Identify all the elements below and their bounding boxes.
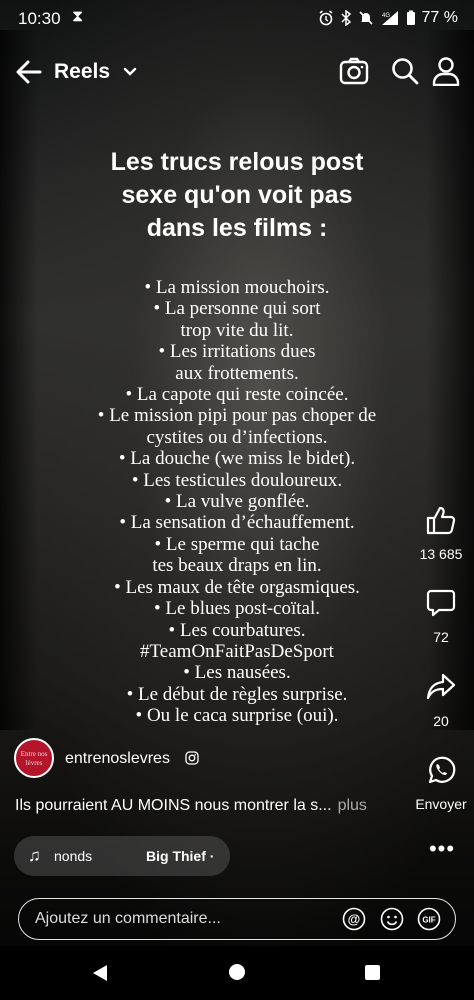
- whatsapp-send-button[interactable]: Envoyer: [408, 755, 474, 812]
- share-arrow-icon: [426, 673, 456, 700]
- battery-icon: [406, 10, 415, 25]
- reel-list-line: • Les maux de tête orgasmiques.: [114, 576, 360, 598]
- search-icon[interactable]: [390, 56, 420, 86]
- reel-list-line: • La vulve gonflée.: [164, 491, 310, 513]
- reel-list-line: • Les nausées.: [183, 662, 291, 684]
- reel-list-line: • Les courbatures.: [168, 619, 306, 641]
- back-triangle-icon[interactable]: [92, 964, 108, 982]
- status-bar: 10:30 ⧗ 4G 77 %: [0, 0, 474, 36]
- alarm-icon: [319, 10, 332, 26]
- comment-icon: [426, 589, 456, 617]
- reel-list-line: cystites ou d’infections.: [146, 426, 328, 448]
- reel-list-line: • La sensation d’échauffement.: [119, 512, 355, 534]
- emoji-icon[interactable]: [380, 907, 404, 931]
- reel-heading: Les trucs relous post sexe qu'on voit pa…: [60, 146, 414, 245]
- home-circle-icon[interactable]: [229, 964, 245, 980]
- music-note-icon: ♫: [28, 846, 41, 865]
- profile-icon[interactable]: [432, 56, 460, 86]
- reel-list-line: • Le début de règles surprise.: [126, 683, 348, 705]
- reel-heading-line: sexe qu'on voit pas: [121, 181, 353, 209]
- status-time: 10:30: [18, 9, 61, 28]
- gif-icon[interactable]: GIF: [417, 907, 441, 931]
- music-pill[interactable]: ♫ nonds Big Thief ·: [14, 836, 230, 876]
- reel-list-line: • Le mission pipi pour pas choper de: [97, 405, 377, 427]
- comment-count: 72: [433, 629, 449, 645]
- signal-4g-icon: 4G: [381, 11, 398, 25]
- reel-list-line: • La personne qui sort: [153, 298, 321, 320]
- instagram-icon: [185, 751, 199, 765]
- reel-list-line: • Le blues post-coïtal.: [154, 598, 320, 620]
- reel-list-line: • La douche (we miss le bidet).: [118, 448, 356, 470]
- comment-placeholder: Ajoutez un commentaire...: [35, 910, 221, 927]
- thumbs-up-icon: [426, 506, 456, 535]
- svg-text:4G: 4G: [382, 13, 390, 19]
- bluetooth-icon: [341, 10, 351, 26]
- recents-square-icon[interactable]: [365, 965, 380, 980]
- svg-text:GIF: GIF: [422, 916, 435, 925]
- like-button[interactable]: 13 685: [411, 505, 471, 562]
- system-nav-bar: [0, 946, 474, 1000]
- like-count: 13 685: [419, 546, 463, 562]
- reels-top-bar: Reels: [0, 50, 474, 94]
- caption-text: Ils pourraient AU MOINS nous montrer la …: [15, 797, 332, 814]
- chevron-down-icon[interactable]: [123, 65, 137, 79]
- mention-icon[interactable]: @: [342, 907, 366, 931]
- reel-list-line: aux frottements.: [175, 362, 299, 384]
- battery-level: 77 %: [421, 9, 458, 26]
- music-artist: Big Thief ·: [146, 848, 215, 864]
- more-options-icon[interactable]: •••: [426, 836, 458, 866]
- reel-list-line: #TeamOnFaitPasDeSport: [140, 640, 334, 662]
- status-icons: 4G 77 %: [318, 9, 458, 27]
- back-arrow-icon[interactable]: [14, 58, 44, 86]
- reel-list-line: trop vite du lit.: [180, 319, 294, 341]
- caption-more-link[interactable]: plus: [338, 797, 367, 814]
- reel-list-line: • La capote qui reste coincée.: [125, 384, 349, 406]
- whatsapp-icon: [428, 756, 456, 784]
- reel-list-line: • Les irritations dues: [158, 341, 316, 363]
- hourglass-icon: ⧗: [72, 8, 84, 25]
- comment-button[interactable]: 72: [411, 588, 471, 645]
- svg-text:@: @: [348, 912, 361, 927]
- mute-icon: [358, 11, 373, 25]
- share-button[interactable]: 20: [411, 672, 471, 729]
- reel-list-line: • La mission mouchoirs.: [144, 277, 330, 298]
- page-title[interactable]: Reels: [54, 60, 110, 84]
- reel-list-line: tes beaux draps en lin.: [152, 555, 322, 577]
- reel-list: • La mission mouchoirs. • La personne qu…: [30, 277, 444, 727]
- reel-heading-line: dans les films :: [146, 214, 328, 242]
- username[interactable]: entrenoslevres: [65, 750, 170, 768]
- music-song: nonds: [54, 848, 93, 864]
- camera-icon[interactable]: [339, 56, 369, 86]
- avatar[interactable]: Entre nos lèvres: [14, 738, 54, 778]
- reel-list-line: • Les testicules douloureux.: [131, 469, 343, 491]
- reel-list-line: • Le sperme qui tache: [154, 533, 320, 555]
- share-count: 20: [433, 713, 449, 729]
- reel-heading-line: Les trucs relous post: [110, 148, 364, 176]
- post-caption[interactable]: Ils pourraient AU MOINS nous montrer la …: [15, 797, 405, 815]
- reel-list-line: • Ou le caca surprise (oui).: [135, 705, 339, 727]
- send-label: Envoyer: [415, 796, 467, 812]
- comment-input[interactable]: Ajoutez un commentaire... @ GIF: [18, 898, 456, 940]
